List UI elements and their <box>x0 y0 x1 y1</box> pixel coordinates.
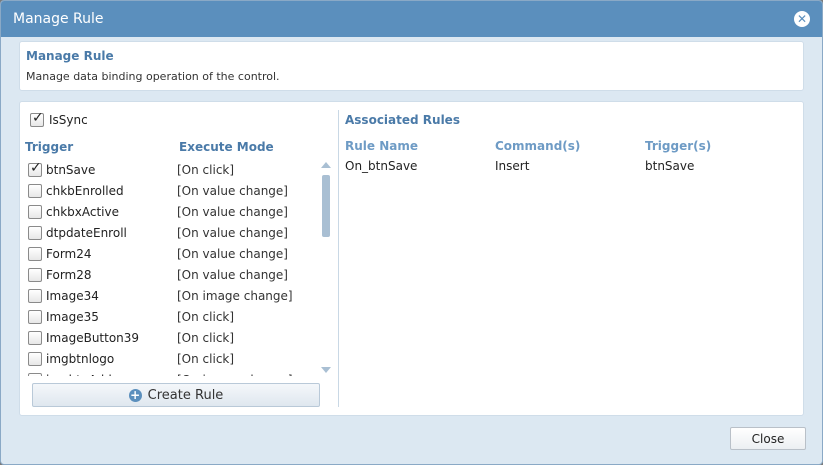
panel-divider <box>338 110 339 407</box>
trigger-execute-mode: [On value change] <box>177 204 288 219</box>
scroll-down-arrow-icon[interactable] <box>321 367 331 373</box>
execute-mode-column-header: Execute Mode <box>179 140 274 154</box>
trigger-execute-mode: [On value change] <box>177 246 288 261</box>
commands-header: Command(s) <box>495 139 581 153</box>
trigger-name: ImageButton39 <box>46 330 140 345</box>
trigger-checkbox[interactable] <box>28 246 42 261</box>
rule-commands-cell: Insert <box>495 159 530 173</box>
trigger-row[interactable]: imgbtnlogo [On click] <box>28 348 318 369</box>
trigger-row[interactable]: ImageButton39 [On click] <box>28 327 318 348</box>
trigger-checkbox[interactable] <box>28 204 42 219</box>
dialog-title: Manage Rule <box>13 11 104 27</box>
header-panel: Manage Rule Manage data binding operatio… <box>19 41 804 91</box>
trigger-row[interactable]: imgbtnAdd [On image change] <box>28 369 318 376</box>
trigger-name: Image34 <box>46 288 99 303</box>
trigger-checkbox[interactable] <box>28 267 42 282</box>
trigger-list-scrollbar[interactable] <box>320 160 332 375</box>
trigger-execute-mode: [On value change] <box>177 225 288 240</box>
header-description: Manage data binding operation of the con… <box>26 70 280 83</box>
trigger-name: dtpdateEnroll <box>46 225 127 240</box>
issync-row[interactable]: IsSync <box>30 110 88 127</box>
trigger-checkbox[interactable] <box>28 160 42 177</box>
associated-rules-title: Associated Rules <box>345 113 460 127</box>
trigger-checkbox[interactable] <box>28 309 42 324</box>
close-button[interactable]: Close <box>730 427 806 450</box>
scroll-thumb[interactable] <box>322 175 330 237</box>
trigger-execute-mode: [On click] <box>177 330 235 345</box>
trigger-name: imgbtnAdd <box>46 373 112 377</box>
trigger-row[interactable]: Form24 [On value change] <box>28 243 318 264</box>
create-rule-label: Create Rule <box>147 387 224 403</box>
trigger-checkbox[interactable] <box>28 351 42 366</box>
trigger-checkbox[interactable] <box>28 288 42 303</box>
trigger-execute-mode: [On click] <box>177 351 235 366</box>
trigger-row[interactable]: Form28 [On value change] <box>28 264 318 285</box>
trigger-execute-mode: [On value change] <box>177 267 288 282</box>
manage-rule-dialog: Manage Rule ✕ Manage Rule Manage data bi… <box>0 0 823 465</box>
scroll-up-arrow-icon[interactable] <box>321 162 331 168</box>
triggers-header: Trigger(s) <box>645 139 712 153</box>
trigger-name: imgbtnlogo <box>46 351 115 366</box>
trigger-name: Form24 <box>46 246 92 261</box>
trigger-execute-mode: [On image change] <box>177 373 293 377</box>
close-icon[interactable]: ✕ <box>794 11 810 27</box>
trigger-checkbox[interactable] <box>28 330 42 345</box>
trigger-row[interactable]: chkbEnrolled [On value change] <box>28 180 318 201</box>
trigger-column-header: Trigger <box>25 140 74 154</box>
trigger-checkbox[interactable] <box>28 225 42 240</box>
trigger-execute-mode: [On click] <box>177 162 235 177</box>
rule-name-cell[interactable]: On_btnSave <box>345 159 417 173</box>
trigger-name: Image35 <box>46 309 99 324</box>
plus-circle-icon: + <box>128 387 142 402</box>
trigger-row[interactable]: dtpdateEnroll [On value change] <box>28 222 318 243</box>
rule-name-header: Rule Name <box>345 139 418 153</box>
trigger-row[interactable]: btnSave [On click] <box>28 159 318 180</box>
trigger-execute-mode: [On image change] <box>177 288 293 303</box>
trigger-name: Form28 <box>46 267 92 282</box>
trigger-execute-mode: [On click] <box>177 309 235 324</box>
trigger-name: chkbxActive <box>46 204 119 219</box>
trigger-row[interactable]: chkbxActive [On value change] <box>28 201 318 222</box>
issync-label: IsSync <box>49 113 88 127</box>
rule-triggers-cell: btnSave <box>645 159 695 173</box>
trigger-row[interactable]: Image34 [On image change] <box>28 285 318 306</box>
trigger-checkbox[interactable] <box>28 372 42 376</box>
create-rule-button[interactable]: + Create Rule <box>32 383 320 407</box>
trigger-name: btnSave <box>46 162 96 177</box>
trigger-checkbox[interactable] <box>28 183 42 198</box>
trigger-execute-mode: [On value change] <box>177 183 288 198</box>
dialog-titlebar: Manage Rule ✕ <box>1 1 822 37</box>
header-title: Manage Rule <box>26 49 114 63</box>
trigger-row[interactable]: Image35 [On click] <box>28 306 318 327</box>
main-panel: IsSync Trigger Execute Mode btnSave [On c… <box>19 101 804 416</box>
trigger-list[interactable]: btnSave [On click] chkbEnrolled [On value c… <box>28 159 318 376</box>
trigger-name: chkbEnrolled <box>46 183 124 198</box>
issync-checkbox[interactable] <box>30 110 44 127</box>
